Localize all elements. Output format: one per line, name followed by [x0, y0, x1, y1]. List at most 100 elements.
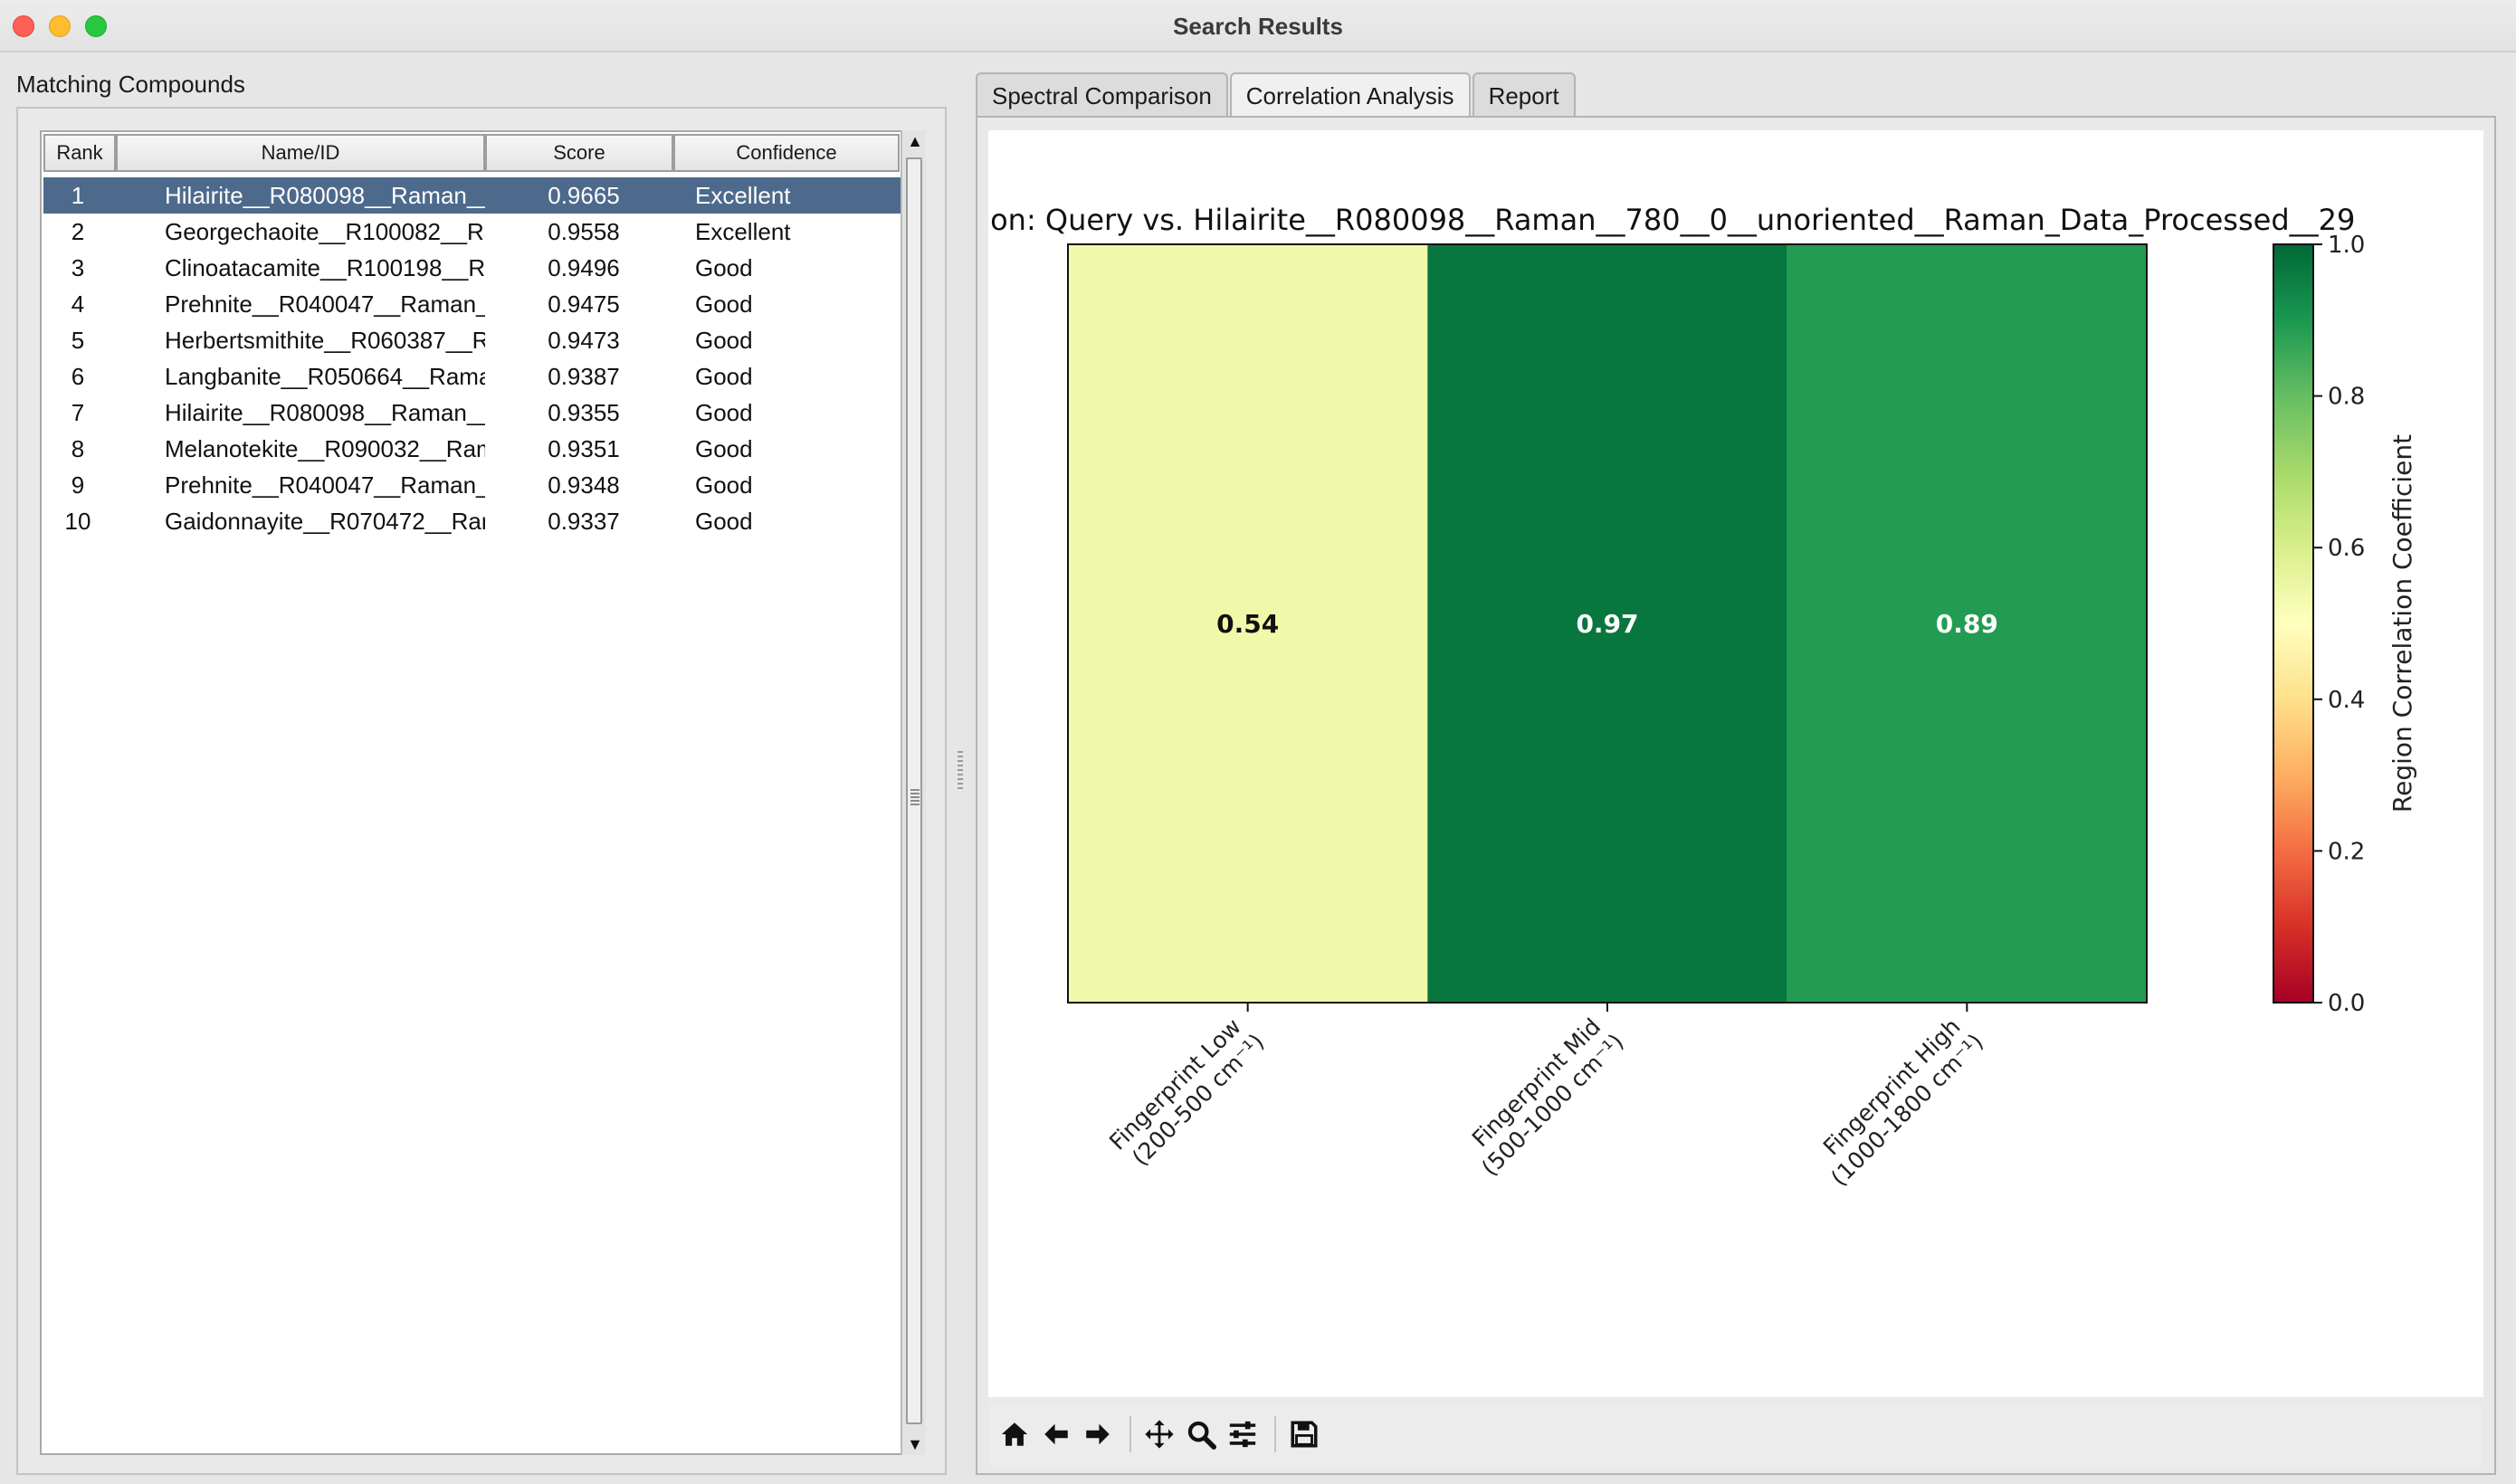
row-rank: 8: [71, 434, 85, 462]
toolbar-separator: [1129, 1416, 1131, 1452]
matching-compounds-label: Matching Compounds: [16, 71, 245, 98]
save-icon[interactable]: [1285, 1415, 1323, 1453]
row-name: Melanotekite__R090032__Rama: [165, 434, 485, 462]
forward-arrow-icon[interactable]: [1079, 1415, 1117, 1453]
colorbar-tick-label: 0.6: [2328, 535, 2365, 562]
tab-spectral-comparison[interactable]: Spectral Comparison: [976, 72, 1228, 118]
results-table[interactable]: Rank Name/ID Score Confidence 1 Hilairite…: [40, 130, 914, 1455]
row-score: 0.9337: [548, 507, 620, 535]
row-confidence: Good: [695, 326, 753, 354]
plot-toolbar: [990, 1403, 2482, 1466]
row-rank: 7: [71, 398, 85, 426]
row-score: 0.9351: [548, 434, 620, 462]
column-header-score[interactable]: Score: [485, 134, 673, 172]
home-icon[interactable]: [996, 1415, 1034, 1453]
table-row[interactable]: 10 Gaidonnayite__R070472__Rama 0.9337 Good: [43, 503, 910, 539]
correlation-analysis-panel: relation: Query vs. Hilairite__R080098__…: [976, 116, 2496, 1475]
row-rank: 4: [71, 290, 85, 318]
window-title: Search Results: [1173, 13, 1343, 40]
row-confidence: Good: [695, 362, 753, 390]
row-rank: 10: [64, 507, 91, 535]
row-name: Georgechaoite__R100082__Ran: [165, 217, 485, 245]
row-rank: 1: [71, 181, 85, 209]
row-score: 0.9387: [548, 362, 620, 390]
x-tick-label: Fingerprint Mid(500-1000 cm⁻¹): [1457, 1009, 1629, 1181]
row-rank: 6: [71, 362, 85, 390]
row-rank: 3: [71, 253, 85, 281]
row-rank: 9: [71, 471, 85, 499]
row-confidence: Excellent: [695, 181, 791, 209]
table-row[interactable]: 3 Clinoatacamite__R100198__Ram 0.9496 Good: [43, 250, 910, 286]
table-row[interactable]: 5 Herbertsmithite__R060387__Ra 0.9473 Good: [43, 322, 910, 358]
row-confidence: Good: [695, 471, 753, 499]
colorbar-tick-label: 0.2: [2328, 838, 2365, 865]
scroll-down-arrow-icon[interactable]: ▼: [906, 1435, 924, 1453]
row-score: 0.9348: [548, 471, 620, 499]
pan-icon[interactable]: [1140, 1415, 1178, 1453]
tab-correlation-analysis[interactable]: Correlation Analysis: [1229, 72, 1471, 118]
scroll-up-arrow-icon[interactable]: ▲: [906, 132, 924, 150]
row-score: 0.9558: [548, 217, 620, 245]
table-row[interactable]: 4 Prehnite__R040047__Raman__! 0.9475 Good: [43, 286, 910, 322]
row-confidence: Good: [695, 398, 753, 426]
row-name: Hilairite__R080098__Raman__7: [165, 181, 485, 209]
row-name: Gaidonnayite__R070472__Rama: [165, 507, 485, 535]
row-name: Herbertsmithite__R060387__Ra: [165, 326, 485, 354]
table-scrollbar[interactable]: ▲ ▼: [901, 130, 926, 1455]
toolbar-separator: [1274, 1416, 1276, 1452]
row-confidence: Good: [695, 507, 753, 535]
panel-splitter-handle[interactable]: [958, 751, 963, 791]
colorbar-tick-label: 0.8: [2328, 384, 2365, 411]
tab-report[interactable]: Report: [1472, 72, 1576, 118]
row-score: 0.9496: [548, 253, 620, 281]
grip-icon: [910, 789, 920, 805]
row-confidence: Good: [695, 434, 753, 462]
back-arrow-icon[interactable]: [1037, 1415, 1075, 1453]
chart-canvas[interactable]: relation: Query vs. Hilairite__R080098__…: [988, 130, 2483, 1397]
cell-value-label: 0.97: [1576, 609, 1638, 639]
x-tick-label: Fingerprint High(1000-1800 cm⁻¹): [1806, 1009, 1988, 1191]
table-body: 1 Hilairite__R080098__Raman__7 0.9665 Excel…: [43, 177, 910, 539]
cell-value-label: 0.89: [1936, 609, 1998, 639]
row-rank: 5: [71, 326, 85, 354]
table-row[interactable]: 8 Melanotekite__R090032__Rama 0.9351 Good: [43, 431, 910, 467]
colorbar-label: Region Correlation Coefficient: [2387, 434, 2417, 813]
row-score: 0.9473: [548, 326, 620, 354]
row-score: 0.9355: [548, 398, 620, 426]
x-tick-label: Fingerprint Low(200-500 cm⁻¹): [1104, 1009, 1269, 1174]
row-confidence: Good: [695, 290, 753, 318]
column-header-name[interactable]: Name/ID: [116, 134, 485, 172]
cell-value-label: 0.54: [1216, 609, 1279, 639]
tab-bar: Spectral Comparison Correlation Analysis…: [976, 72, 1577, 118]
row-name: Clinoatacamite__R100198__Ram: [165, 253, 485, 281]
row-rank: 2: [71, 217, 85, 245]
colorbar-gradient: [2273, 243, 2314, 1004]
scrollbar-thumb[interactable]: [906, 157, 922, 1424]
correlation-heatmap: relation: Query vs. Hilairite__R080098__…: [988, 203, 2417, 1191]
table-row[interactable]: 9 Prehnite__R040047__Raman__7 0.9348 Good: [43, 467, 910, 503]
row-name: Prehnite__R040047__Raman__7: [165, 471, 485, 499]
table-row[interactable]: 6 Langbanite__R050664__Raman 0.9387 Good: [43, 358, 910, 395]
table-row[interactable]: 7 Hilairite__R080098__Raman__5 0.9355 Good: [43, 395, 910, 431]
row-score: 0.9475: [548, 290, 620, 318]
table-header: Rank Name/ID Score Confidence: [43, 134, 900, 172]
matching-compounds-group: Rank Name/ID Score Confidence 1 Hilairite…: [16, 107, 947, 1475]
column-header-rank[interactable]: Rank: [43, 134, 116, 172]
row-confidence: Good: [695, 253, 753, 281]
colorbar: 0.0 0.2 0.4 0.6 0.8 1.0 Region Correlation Co…: [2273, 232, 2417, 1017]
table-row[interactable]: 2 Georgechaoite__R100082__Ran 0.9558 Excell…: [43, 214, 910, 250]
column-header-confidence[interactable]: Confidence: [673, 134, 900, 172]
colorbar-tick-label: 0.0: [2328, 990, 2365, 1017]
title-bar: Search Results: [0, 0, 2516, 52]
zoom-icon[interactable]: [1182, 1415, 1220, 1453]
colorbar-tick-label: 0.4: [2328, 687, 2365, 714]
table-row[interactable]: 1 Hilairite__R080098__Raman__7 0.9665 Excel…: [43, 177, 910, 214]
row-name: Prehnite__R040047__Raman__!: [165, 290, 485, 318]
row-name: Langbanite__R050664__Raman: [165, 362, 485, 390]
row-score: 0.9665: [548, 181, 620, 209]
row-name: Hilairite__R080098__Raman__5: [165, 398, 485, 426]
configure-subplots-icon[interactable]: [1224, 1415, 1262, 1453]
chart-title: relation: Query vs. Hilairite__R080098__…: [988, 203, 2355, 237]
row-confidence: Excellent: [695, 217, 791, 245]
colorbar-tick-label: 1.0: [2328, 232, 2365, 259]
